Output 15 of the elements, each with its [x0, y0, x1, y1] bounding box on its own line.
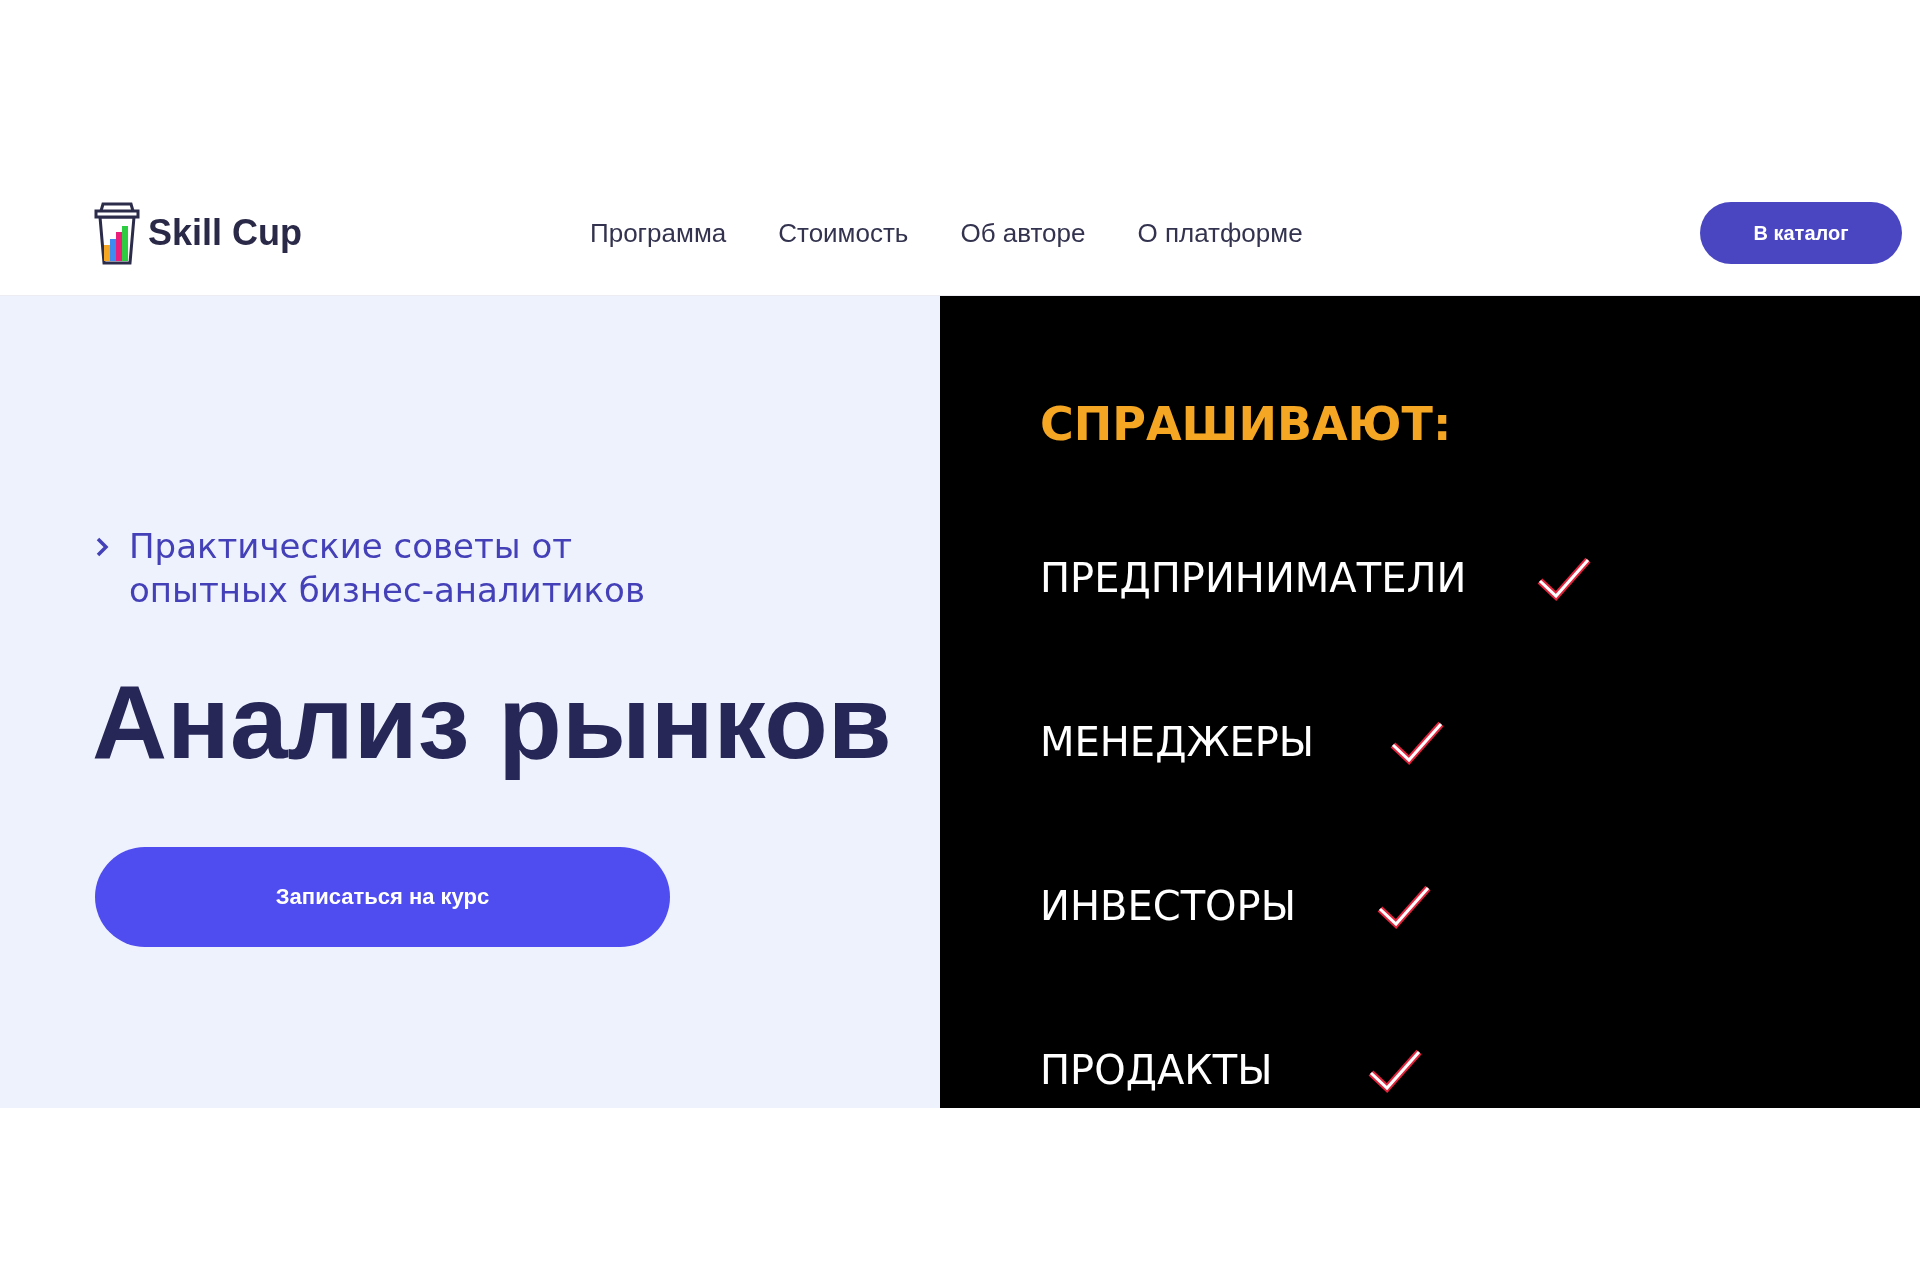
chevron-icon [95, 536, 109, 558]
audience-label: ПРОДАКТЫ [1040, 1046, 1273, 1095]
nav-link[interactable]: Программа [590, 217, 727, 249]
audience-label: ИНВЕСТОРЫ [1040, 882, 1296, 931]
hero-title: Анализ рынков [92, 663, 893, 782]
hero-subtitle: Практические советы от опытных бизнес-аналитиков [129, 525, 646, 612]
enroll-button[interactable]: Записаться на курс [95, 847, 670, 947]
promo-heading: СПРАШИВАЮТ: [1040, 396, 1453, 453]
audience-label: МЕНЕДЖЕРЫ [1040, 718, 1315, 767]
nav-link[interactable]: Стоимость [778, 217, 909, 249]
nav-link[interactable]: Об авторе [960, 217, 1086, 249]
nav-link[interactable]: О платформе [1137, 217, 1303, 249]
catalog-button[interactable]: В каталог [1700, 202, 1902, 264]
logo-text[interactable]: Skill Cup [148, 212, 303, 254]
audience-label: ПРЕДПРИНИМАТЕЛИ [1040, 554, 1467, 603]
